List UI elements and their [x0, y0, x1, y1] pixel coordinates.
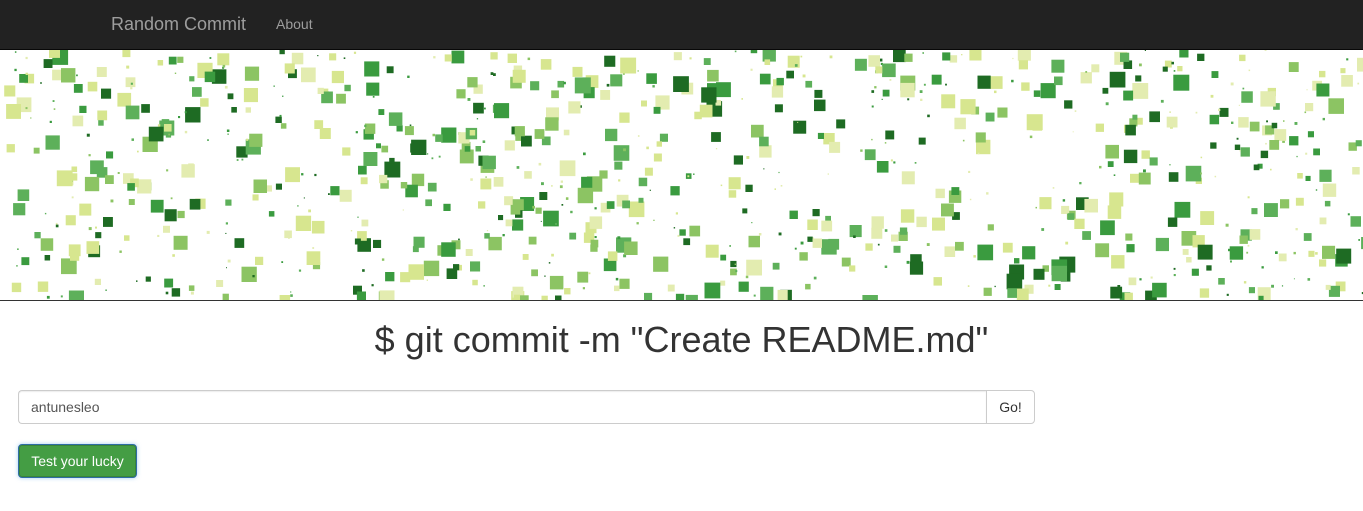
test-your-lucky-button[interactable]: Test your lucky	[18, 444, 137, 478]
commit-message-heading: $ git commit -m "Create README.md"	[374, 319, 989, 360]
top-navbar: Random Commit About	[0, 0, 1363, 50]
confetti-squares-graphic	[4, 50, 1363, 300]
username-search-group: Go!	[18, 390, 1035, 424]
username-input[interactable]	[18, 390, 986, 424]
nav-about-link[interactable]: About	[276, 16, 313, 32]
brand-link[interactable]: Random Commit	[111, 14, 246, 34]
random-commit-banner	[0, 50, 1363, 301]
go-button[interactable]: Go!	[986, 390, 1035, 424]
